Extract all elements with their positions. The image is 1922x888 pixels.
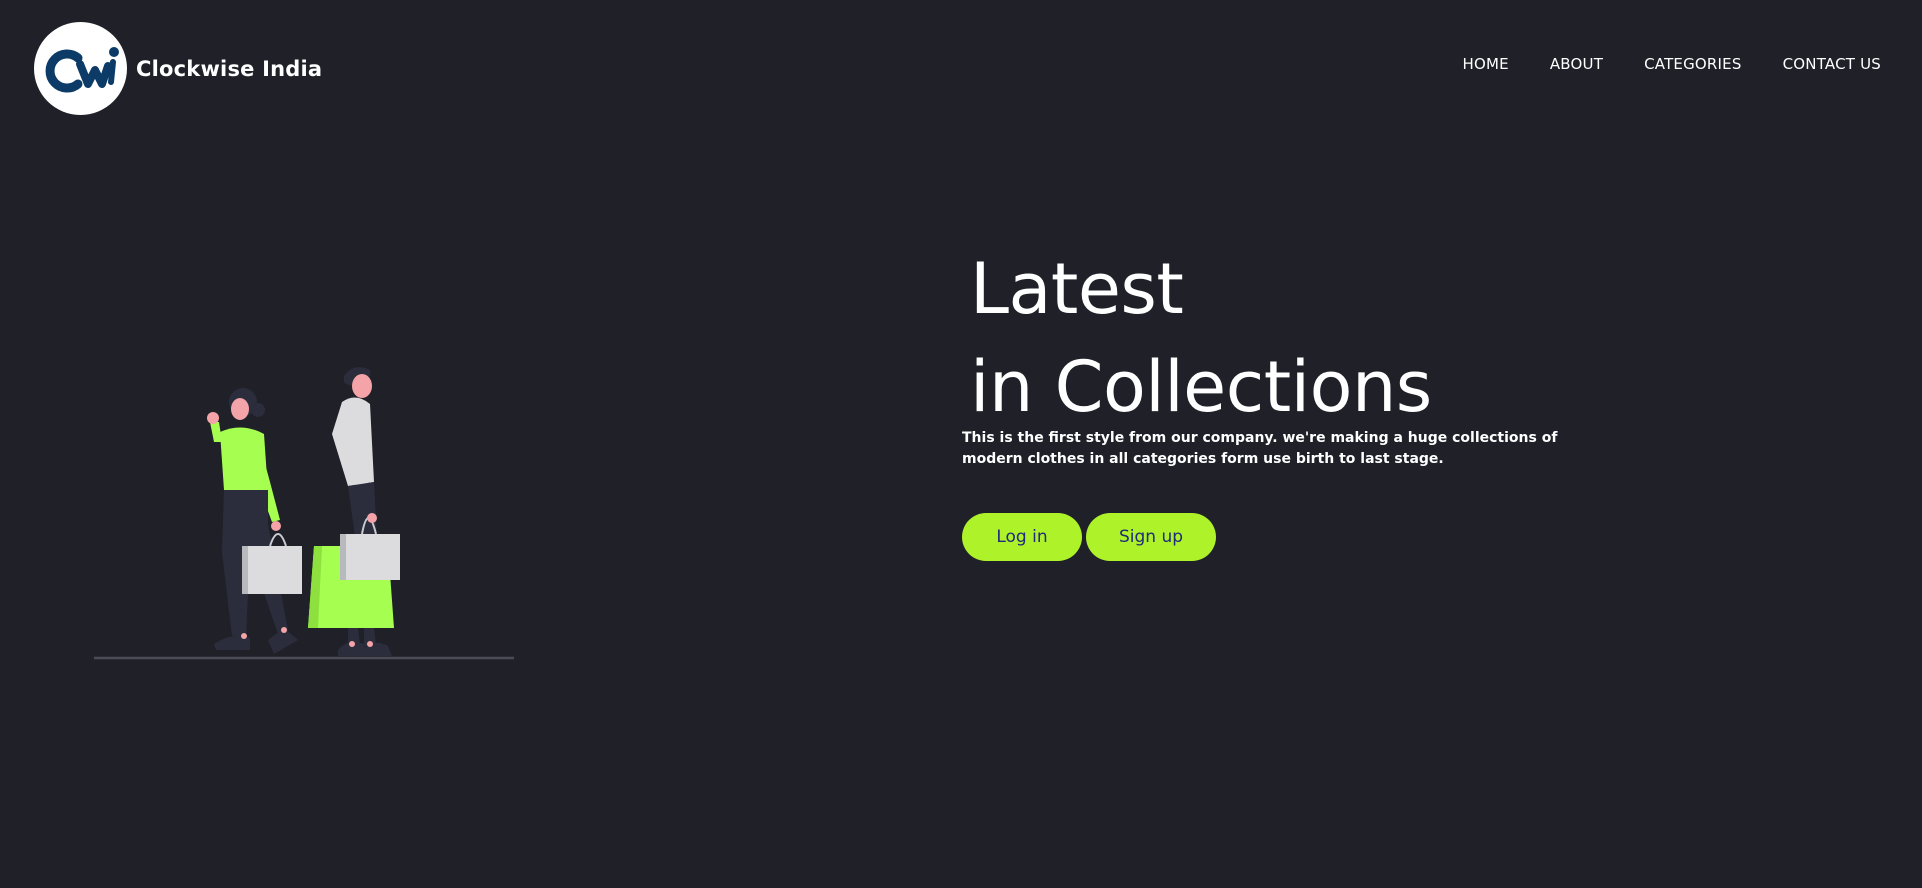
nav-categories-link[interactable]: CATEGORIES [1644,55,1742,73]
hero-title: Latest in Collections [970,240,1432,436]
nav-home-link[interactable]: HOME [1463,55,1509,73]
hero-title-line2: in Collections [970,346,1432,428]
hero-description: This is the first style from our company… [962,430,1558,467]
nav-contact-link[interactable]: CONTACT US [1783,55,1881,73]
signup-button[interactable]: Sign up [1086,513,1216,561]
main-nav: HOME ABOUT CATEGORIES CONTACT US [1463,55,1881,73]
login-button[interactable]: Log in [962,513,1082,561]
hero-buttons: Log in Sign up [962,513,1216,561]
brand-name[interactable]: Clockwise India [136,57,322,81]
man-figure [308,367,400,656]
hero-title-line1: Latest [970,248,1184,330]
brand[interactable]: Clockwise India [34,22,322,115]
woman-figure [207,388,302,654]
page: Clockwise India HOME ABOUT CATEGORIES CO… [0,0,1922,888]
shopping-couple-illustration [94,367,514,660]
nav-about-link[interactable]: ABOUT [1550,55,1603,73]
cwi-logo-icon[interactable] [34,22,127,115]
